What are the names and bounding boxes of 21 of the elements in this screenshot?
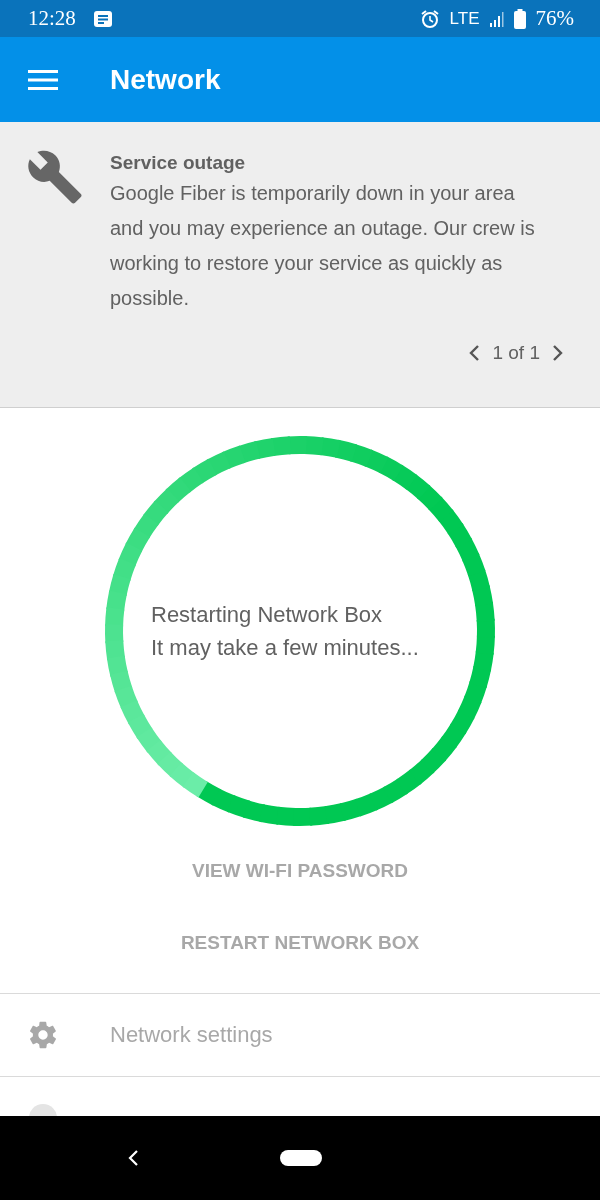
app-title: Network: [110, 63, 221, 96]
clock-time: 12:28: [28, 6, 76, 31]
previous-icon[interactable]: [468, 344, 481, 362]
status-message: Restarting Network Box: [151, 601, 384, 629]
network-type: LTE: [449, 8, 480, 29]
wrench-icon: [26, 148, 84, 206]
battery-icon: [513, 8, 526, 29]
menu-icon: [28, 68, 58, 91]
status-message: It may take a few minutes...: [151, 634, 419, 662]
alarm-icon: [419, 8, 440, 29]
signal-icon: [489, 10, 504, 27]
home-handle[interactable]: [280, 1150, 322, 1166]
notice-message: Google Fiber is temporarily down in your area and you may experience an outage. Our crew is working to restore your service as quickly as possible.: [110, 181, 536, 311]
message-icon: [93, 10, 112, 27]
page-indicator: 1 of 1: [492, 342, 540, 364]
battery-level: 76%: [535, 6, 574, 31]
notice-title: Service outage: [110, 152, 247, 174]
menu-button[interactable]: [28, 68, 58, 91]
gear-icon: [27, 1019, 59, 1051]
next-icon[interactable]: [552, 344, 564, 362]
back-icon[interactable]: [127, 1148, 139, 1168]
